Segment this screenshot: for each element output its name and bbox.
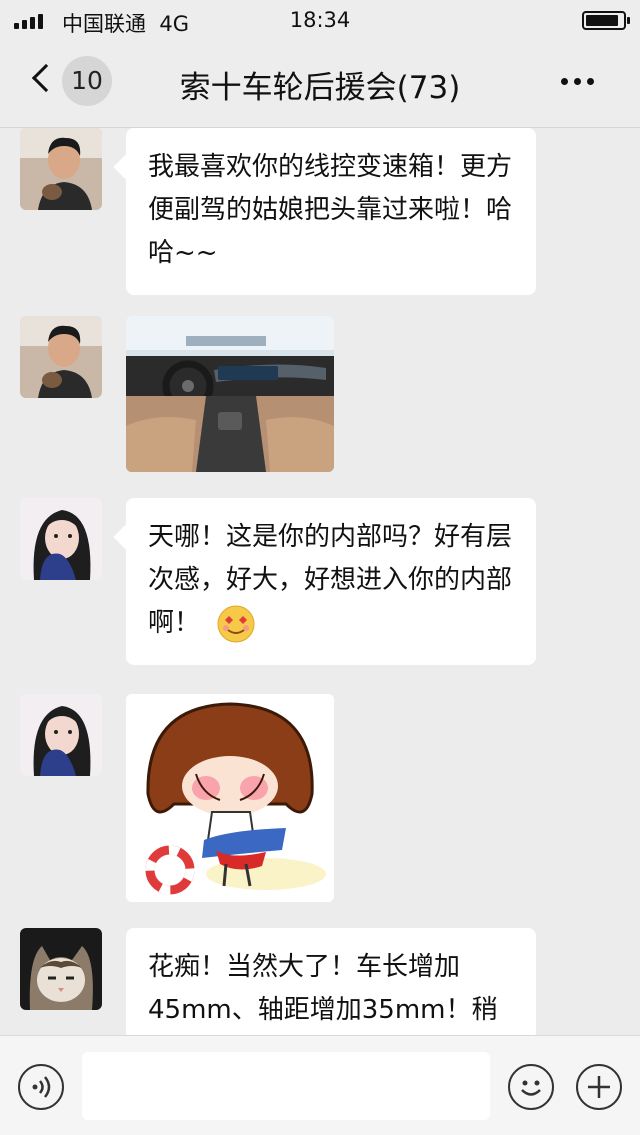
message-input[interactable] [82, 1052, 490, 1120]
status-bar: 中国联通 4G 18:34 [0, 0, 640, 40]
battery-icon [582, 11, 630, 30]
man-avatar[interactable] [20, 316, 102, 398]
sticker-button[interactable] [508, 1064, 554, 1110]
message-text: 花痴！当然大了！车长增加45mm、轴距增加35mm！稍 [148, 952, 498, 1025]
more-icon[interactable] [561, 78, 594, 85]
man-avatar[interactable] [20, 128, 102, 210]
clock: 18:34 [289, 8, 351, 32]
smile-icon [521, 1080, 541, 1096]
battery-fill [586, 15, 618, 26]
message-text: 我最喜欢你的线控变速箱！更方便副驾的姑娘把头靠过来啦！哈哈~~ [148, 152, 513, 268]
voice-icon [32, 1076, 51, 1098]
woman-avatar[interactable] [20, 694, 102, 776]
cat-avatar[interactable] [20, 928, 102, 1010]
heart-eyes-emoji-icon [217, 605, 255, 642]
car-interior-photo[interactable] [126, 316, 334, 472]
chat-header: 10 索十车轮后援会(73) [0, 40, 640, 128]
shy-girl-sticker[interactable] [126, 694, 334, 902]
voice-input-button[interactable] [18, 1064, 64, 1110]
plus-icon [588, 1076, 610, 1098]
message-text: 天哪！这是你的内部吗？好有层次感，好大，好想进入你的内部啊！ [148, 522, 513, 638]
more-functions-button[interactable] [576, 1064, 622, 1110]
message-bubble[interactable]: 天哪！这是你的内部吗？好有层次感，好大，好想进入你的内部啊！ [126, 498, 536, 665]
input-bar [0, 1035, 640, 1135]
message-bubble[interactable]: 我最喜欢你的线控变速箱！更方便副驾的姑娘把头靠过来啦！哈哈~~ [126, 128, 536, 295]
woman-avatar[interactable] [20, 498, 102, 580]
message-bubble[interactable]: 花痴！当然大了！车长增加45mm、轴距增加35mm！稍 [126, 928, 536, 1040]
chat-title: 索十车轮后援会(73) [179, 70, 461, 106]
